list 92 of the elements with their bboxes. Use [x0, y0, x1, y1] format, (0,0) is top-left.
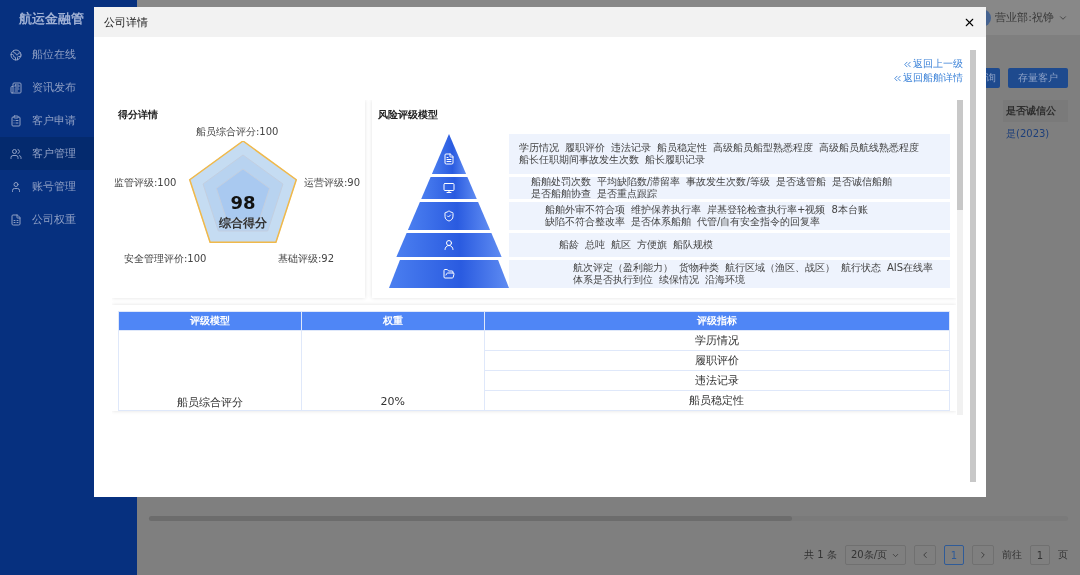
indicator-label: 船长履职记录: [645, 154, 705, 166]
column-header: 评级指标: [484, 311, 950, 331]
column-header: 评级模型: [118, 311, 302, 331]
sidebar-item-label: 船位在线: [32, 47, 76, 62]
indicator-label: 货物种类: [679, 262, 719, 274]
app-title: 航运金融管: [19, 10, 84, 28]
axis-label: 监管评级:100: [114, 176, 177, 190]
chevron-left-icon: [920, 550, 930, 560]
indicator-label: 代管/自有安全指令的回复率: [697, 216, 821, 228]
sidebar-item-label: 公司权重: [32, 212, 76, 227]
indicator-label: 航区: [611, 239, 631, 251]
score-value: 98: [229, 192, 257, 213]
indicator-label: 履职评价: [565, 142, 605, 154]
scrollbar[interactable]: [970, 50, 976, 482]
folder-icon: [443, 268, 455, 280]
indicator-label: 续保情况: [659, 274, 699, 286]
indicator-label: 岸基登轮检查执行率+视频: [707, 204, 826, 216]
axis-label: 运营评级:90: [304, 176, 361, 190]
indicator-label: 违法记录: [611, 142, 651, 154]
sidebar-item-label: 客户管理: [32, 146, 76, 161]
clipboard-icon: [10, 114, 22, 127]
shield-check-icon: [443, 210, 455, 222]
goto-suffix: 页: [1058, 548, 1068, 562]
indicator-label: 是否逃管船: [775, 176, 826, 188]
indicator-label: 船舶外审不符合项: [545, 204, 625, 216]
indicator-label: 航次评定（盈利能力）: [573, 262, 673, 274]
toolbar-button[interactable]: 存量客户: [1008, 68, 1068, 88]
indicator-label: 是否诚信船舶: [831, 176, 892, 188]
page-size-select[interactable]: 20条/页: [844, 545, 906, 565]
spreadsheet-icon: [10, 213, 22, 226]
axis-label: 安全管理评价:100: [124, 252, 207, 266]
table-cell-text: 是(2023): [1005, 127, 1051, 141]
scrollbar[interactable]: [957, 100, 963, 415]
monitor-icon: [443, 182, 455, 194]
indicator-label: 总吨: [585, 239, 605, 251]
indicator-label: 高级船员航线熟悉程度: [819, 142, 919, 154]
table-cell: 船员稳定性: [484, 390, 950, 411]
back-link[interactable]: 返回船舶详情: [892, 71, 963, 85]
goto-field[interactable]: 1: [1030, 545, 1050, 565]
indicator-label: 航行状态: [841, 262, 881, 274]
indicator-label: 是否船舶协查: [531, 188, 591, 200]
indicator-label: 方便旗: [637, 239, 667, 251]
score-label: 综合得分: [218, 215, 268, 232]
axis-label: 基础评级:92: [278, 252, 335, 266]
person-icon: [443, 239, 455, 251]
back-link[interactable]: 返回上一级: [902, 57, 963, 71]
total-count: 共 1 条: [804, 548, 837, 562]
goto-label: 前往: [1002, 548, 1022, 562]
user-name[interactable]: 营业部:祝铮: [995, 10, 1054, 25]
card-title: 风险评级模型: [378, 108, 439, 122]
indicator-label: 航行区域（渔区、战区）: [725, 262, 835, 274]
document-icon: [443, 153, 455, 165]
sidebar-item[interactable]: 公司权重: [0, 203, 137, 236]
indicator-label: 平均缺陷数/滞留率: [597, 176, 681, 188]
indicator-label: AIS在线率: [887, 262, 934, 274]
table-cell: 学历情况: [484, 330, 950, 351]
axis-label: 船员综合评分:100: [196, 125, 279, 139]
card-title: 得分详情: [118, 108, 159, 122]
table-cell: 违法记录: [484, 370, 950, 391]
indicator-label: 学历情况: [519, 142, 559, 154]
indicator-label: 高级船员船型熟悉程度: [713, 142, 813, 154]
indicator-label: 维护保养执行率: [631, 204, 701, 216]
table-cell: 履职评价: [484, 350, 950, 371]
indicator-label: 缺陷不符合整改率: [545, 216, 625, 228]
indicator-label: 船舶处罚次数: [531, 176, 591, 188]
indicator-label: 船队规模: [673, 239, 713, 251]
column-header: 权重: [301, 311, 485, 331]
table-cell: 20%: [301, 330, 485, 411]
users-icon: [10, 147, 22, 160]
sidebar-item[interactable]: 船位在线: [0, 38, 137, 71]
indicator-label: 是否重点跟踪: [597, 188, 657, 200]
indicator-label: 8本台账: [831, 204, 868, 216]
chevron-right-icon: [978, 550, 988, 560]
user-icon: [10, 180, 22, 193]
sidebar-item-label: 资讯发布: [32, 80, 76, 95]
indicator-label: 船长任职期间事故发生次数: [519, 154, 639, 166]
dialog-title: 公司详情: [104, 14, 148, 30]
indicator-label: 体系是否执行到位: [573, 274, 653, 286]
prev-page-button[interactable]: [914, 545, 936, 565]
sidebar-item[interactable]: 资讯发布: [0, 71, 137, 104]
indicator-label: 事故发生次数/等级: [686, 176, 770, 188]
indicator-label: 船员稳定性: [657, 142, 707, 154]
globe-icon: [10, 48, 22, 61]
sidebar-item-label: 账号管理: [32, 179, 76, 194]
sidebar-item-label: 客户申请: [32, 113, 76, 128]
indicator-label: 是否体系船舶: [631, 216, 691, 228]
next-page-button[interactable]: [972, 545, 994, 565]
column-header: 是否诚信公: [1003, 100, 1068, 122]
indicator-label: 沿海环境: [705, 274, 745, 286]
table-cell: 船员综合评分: [118, 330, 302, 411]
indicator-label: 船龄: [559, 239, 579, 251]
newspaper-icon: [10, 81, 22, 94]
